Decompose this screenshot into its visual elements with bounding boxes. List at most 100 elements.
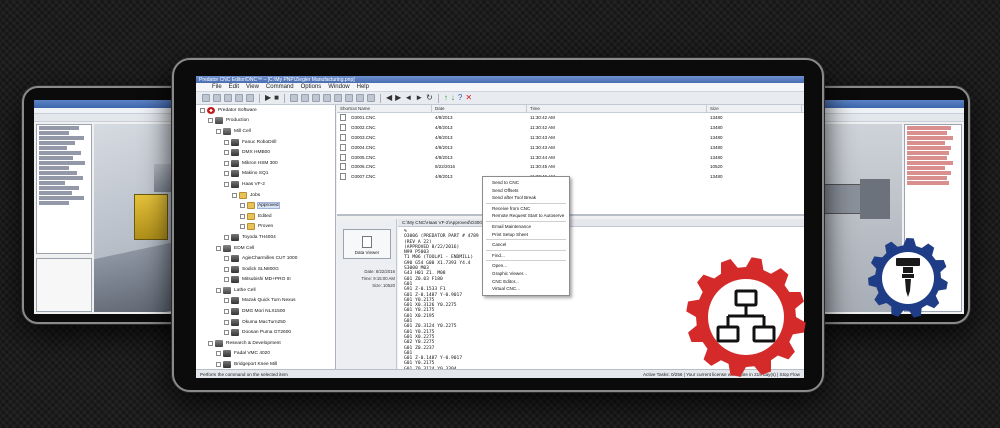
tree-expander-icon[interactable] <box>216 245 221 251</box>
arrow-left-icon[interactable]: ◀ <box>386 94 392 102</box>
find-icon[interactable] <box>356 94 364 102</box>
arrow-right-icon[interactable]: ▶ <box>395 94 401 102</box>
tree-item[interactable]: Mill Cell <box>196 126 335 137</box>
tree-down-icon[interactable]: ↓ <box>451 94 455 102</box>
tree-item[interactable]: Approved <box>196 200 335 211</box>
context-menu-item[interactable]: Find... <box>483 252 569 260</box>
tree-expander-icon[interactable] <box>224 234 229 240</box>
context-menu-item[interactable]: Print Setup Sheet <box>483 231 569 239</box>
tree-expander-icon[interactable] <box>224 139 229 145</box>
tree-expander-icon[interactable] <box>240 224 245 230</box>
file-row[interactable]: O3006.CNC 8/22/2016 11:30:45 AM 10520 <box>337 162 804 172</box>
cut-icon[interactable] <box>235 94 243 102</box>
tree-item[interactable]: Jobs <box>196 190 335 201</box>
tree-item[interactable]: Research & Development <box>196 338 335 349</box>
tree-expander-icon[interactable] <box>224 309 229 315</box>
tree-item[interactable]: AgieCharmilles CUT 1000 <box>196 253 335 264</box>
tree-up-icon[interactable]: ↑ <box>444 94 448 102</box>
send-icon[interactable] <box>290 94 298 102</box>
cnc-icon[interactable] <box>323 94 331 102</box>
menu-view[interactable]: View <box>246 84 259 90</box>
tree-expander-icon[interactable] <box>216 362 221 368</box>
exit-icon[interactable]: ✕ <box>465 94 472 102</box>
tree-expander-icon[interactable] <box>224 181 229 187</box>
tree-expander-icon[interactable] <box>224 319 229 325</box>
file-row[interactable]: O3007.CNC4/8/201311:30:46 AM13480 <box>337 172 804 182</box>
tree-expander-icon[interactable] <box>224 160 229 166</box>
tree-item[interactable]: Doosan Puma GT2600 <box>196 327 335 338</box>
tree-expander-icon[interactable] <box>200 107 205 113</box>
context-menu-item[interactable]: Remote Request Start to Autoserve <box>483 212 569 220</box>
menu-window[interactable]: Window <box>328 84 349 90</box>
tree-item[interactable]: Lathe Cell <box>196 285 335 296</box>
project-tree[interactable]: Predator Software Production Mill Cell Fanu… <box>196 105 336 369</box>
tree-item[interactable]: Okuma MacTurn250 <box>196 317 335 328</box>
tree-item[interactable]: Proven <box>196 222 335 233</box>
help-icon[interactable]: ? <box>458 94 462 102</box>
tree-expander-icon[interactable] <box>224 266 229 272</box>
tree-item[interactable]: Haas VF-2 <box>196 179 335 190</box>
tree-expander-icon[interactable] <box>240 213 245 219</box>
file-row[interactable]: O3001.CNC 4/8/2013 11:30:42 AM 13480 <box>337 113 804 123</box>
window-title-bar[interactable]: Predator CNC Editor/DNC™ – [C:\My PNP\Zi… <box>196 76 804 83</box>
tree-item[interactable]: Bridgeport Knee Mill <box>196 359 335 369</box>
header-date[interactable]: Date <box>432 105 527 112</box>
menu-help[interactable]: Help <box>357 84 369 90</box>
tree-item[interactable]: DMX HMB00 <box>196 147 335 158</box>
refresh-icon[interactable]: ↻ <box>426 94 433 102</box>
context-menu-item[interactable]: Virtual CNC... <box>483 285 569 293</box>
file-row[interactable]: O3005.CNC 4/8/2013 11:30:44 AM 13480 <box>337 152 804 162</box>
receive-icon[interactable] <box>301 94 309 102</box>
menu-options[interactable]: Options <box>301 84 322 90</box>
tree-item[interactable]: Sodick SLN800G <box>196 264 335 275</box>
tree-item[interactable]: EDM Cell <box>196 243 335 254</box>
tree-item[interactable]: Fanuc RoboDrill <box>196 137 335 148</box>
tree-expander-icon[interactable] <box>216 287 221 293</box>
data-viewer-button[interactable]: Data Viewer <box>343 229 391 259</box>
file-row[interactable]: O3002.CNC 4/8/2013 11:30:42 AM 13480 <box>337 123 804 133</box>
new-icon[interactable] <box>202 94 210 102</box>
context-menu-item[interactable]: Cancel <box>483 241 569 249</box>
properties-icon[interactable] <box>367 94 375 102</box>
tree-item[interactable]: Toyoda TH4004 <box>196 232 335 243</box>
tree-item[interactable]: Mazak Quick Turn Nexus <box>196 296 335 307</box>
context-menu-item[interactable]: Receive from CNC <box>483 205 569 213</box>
context-menu-item[interactable]: Open... <box>483 262 569 270</box>
file-row[interactable]: O3004.CNC 4/8/2013 11:30:43 AM 13480 <box>337 142 804 152</box>
context-menu-item[interactable]: Graphic Viewer... <box>483 270 569 278</box>
tree-expander-icon[interactable] <box>208 340 213 346</box>
tree-expander-icon[interactable] <box>224 171 229 177</box>
tree-item[interactable]: Mikron HSM 300 <box>196 158 335 169</box>
header-shortcut-name[interactable]: Shortcut Name <box>337 105 432 112</box>
tree-expander-icon[interactable] <box>208 118 213 124</box>
tree-item[interactable]: DMG Mori NLX1500 <box>196 306 335 317</box>
tree-item[interactable]: Production <box>196 116 335 127</box>
code-preview-tab[interactable]: C:\My CNC\Haas VF-2\Approved\O3006.CNC <box>398 219 804 227</box>
file-list[interactable]: Shortcut Name Date Time Size O3001.CNC 4/… <box>337 105 804 216</box>
tree-expander-icon[interactable] <box>216 128 221 134</box>
tree-item[interactable]: Predator Software <box>196 105 335 116</box>
context-menu-item[interactable]: Send Offsets <box>483 187 569 195</box>
print-icon[interactable] <box>345 94 353 102</box>
open-icon[interactable] <box>213 94 221 102</box>
tree-item[interactable]: Edited <box>196 211 335 222</box>
folder-icon[interactable] <box>312 94 320 102</box>
tree-expander-icon[interactable] <box>216 351 221 357</box>
tree-expander-icon[interactable] <box>224 330 229 336</box>
tree-expander-icon[interactable] <box>224 277 229 283</box>
forward-icon[interactable]: ► <box>415 94 423 102</box>
play-icon[interactable]: ▶ <box>265 94 271 102</box>
tree-expander-icon[interactable] <box>224 256 229 262</box>
tree-item[interactable]: Fadal VMC 4020 <box>196 349 335 360</box>
header-size[interactable]: Size <box>707 105 802 112</box>
menu-file[interactable]: File <box>212 84 222 90</box>
tree-item[interactable]: Makino SQ1 <box>196 169 335 180</box>
file-row[interactable]: O3003.CNC 4/8/2013 11:30:43 AM 13480 <box>337 133 804 143</box>
context-menu-item[interactable]: CNC Editor... <box>483 278 569 286</box>
menu-command[interactable]: Command <box>266 84 294 90</box>
tree-expander-icon[interactable] <box>224 150 229 156</box>
context-menu-item[interactable]: Email Maintenance <box>483 223 569 231</box>
tree-expander-icon[interactable] <box>224 298 229 304</box>
stop-icon[interactable]: ■ <box>274 94 279 102</box>
editor-icon[interactable] <box>334 94 342 102</box>
